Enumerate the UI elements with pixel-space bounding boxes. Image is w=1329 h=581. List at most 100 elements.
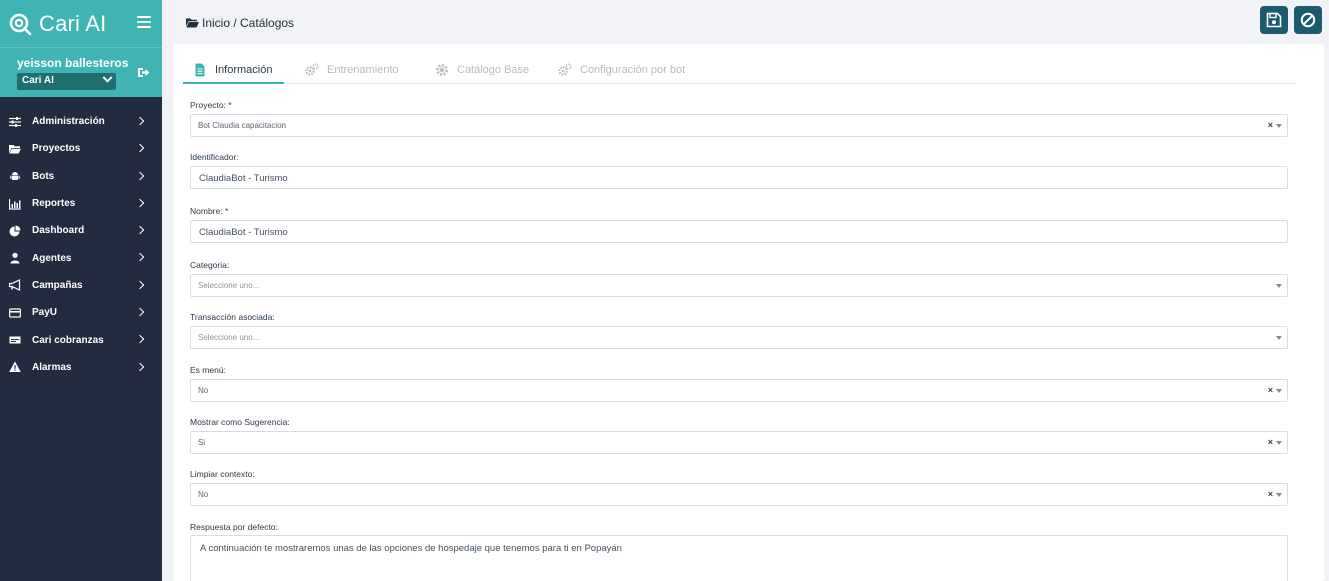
breadcrumb-text[interactable]: Inicio / Catálogos <box>202 16 294 30</box>
sidebar-item-reportes[interactable]: Reportes <box>0 190 162 217</box>
proyecto-label: Proyecto: * <box>190 100 232 110</box>
save-button[interactable] <box>1260 6 1288 34</box>
limpiar-contexto-value: No <box>198 490 209 499</box>
brand-header: Cari AI <box>0 0 162 47</box>
identificador-value: ClaudiaBot - Turismo <box>199 173 288 184</box>
caret-down-icon <box>1276 493 1282 497</box>
chevron-right-icon <box>135 280 145 290</box>
sugerencia-value: Si <box>198 438 206 447</box>
folder-open-icon <box>9 144 21 154</box>
sidebar-item-label: Proyectos <box>32 143 81 155</box>
caret-down-icon <box>1276 124 1282 128</box>
nombre-label: Nombre: * <box>190 206 229 216</box>
sidebar-item-label: Administración <box>32 116 105 128</box>
cancel-button[interactable] <box>1294 6 1322 34</box>
es-menu-label: Es menú: <box>190 365 226 375</box>
bullhorn-icon <box>9 279 21 292</box>
sidebar-item-agentes[interactable]: Agentes <box>0 244 162 271</box>
sidebar-item-label: Cari cobranzas <box>32 334 104 346</box>
menu-toggle-icon[interactable] <box>137 16 151 28</box>
limpiar-contexto-label: Limpiar contexto: <box>190 469 255 479</box>
pie-chart-icon <box>9 225 21 237</box>
catalog-form-card: Información Entrenamiento Catálogo Base … <box>173 44 1324 581</box>
chevron-right-icon <box>135 116 145 126</box>
tab-label: Configuración por bot <box>580 64 686 76</box>
sidebar-item-label: Bots <box>32 170 55 182</box>
es-menu-value: No <box>198 386 209 395</box>
logout-icon[interactable] <box>137 67 150 78</box>
chevron-down-icon <box>102 72 113 83</box>
clear-icon[interactable]: × <box>1268 437 1273 447</box>
respuesta-value: A continuación te mostraremos unas de la… <box>200 543 622 554</box>
tab-label: Entrenamiento <box>327 64 399 76</box>
limpiar-contexto-select[interactable]: No × <box>190 483 1288 506</box>
sidebar-item-label: Alarmas <box>32 361 72 373</box>
cogs-icon <box>558 63 572 76</box>
categoria-select[interactable]: Seleccione uno... <box>190 274 1288 297</box>
sidebar-item-proyectos[interactable]: Proyectos <box>0 135 162 162</box>
project-select[interactable]: Cari AI <box>17 72 116 90</box>
proyecto-select[interactable]: Bot Claudia capacitacion × <box>190 114 1288 137</box>
sidebar-item-administracion[interactable]: Administración <box>0 108 162 135</box>
cogs-icon <box>305 63 319 76</box>
respuesta-textarea[interactable]: A continuación te mostraremos unas de la… <box>190 535 1288 581</box>
sidebar-item-dashboard[interactable]: Dashboard <box>0 217 162 244</box>
clear-icon[interactable]: × <box>1268 385 1273 395</box>
sidebar-item-alarmas[interactable]: Alarmas <box>0 354 162 381</box>
credit-card-icon <box>9 308 21 318</box>
transaccion-select[interactable]: Seleccione uno... <box>190 326 1288 349</box>
es-menu-select[interactable]: No × <box>190 379 1288 402</box>
sidebar-item-cari-cobranzas[interactable]: Cari cobranzas <box>0 326 162 353</box>
caret-down-icon <box>1276 389 1282 393</box>
proyecto-value: Bot Claudia capacitacion <box>198 121 287 130</box>
brand-name: Cari AI <box>39 10 107 36</box>
sidebar-item-label: PayU <box>32 307 58 319</box>
sidebar-item-payu[interactable]: PayU <box>0 299 162 326</box>
categoria-placeholder: Seleccione uno... <box>198 281 260 290</box>
clear-icon[interactable]: × <box>1268 489 1273 499</box>
caret-down-icon <box>1276 336 1282 340</box>
tab-bar: Información Entrenamiento Catálogo Base … <box>183 56 1295 84</box>
sidebar-item-campanas[interactable]: Campañas <box>0 272 162 299</box>
chevron-right-icon <box>135 362 145 371</box>
folder-open-icon <box>186 18 199 28</box>
sidebar-item-label: Dashboard <box>32 225 85 237</box>
gear-icon <box>436 64 448 76</box>
categoria-label: Categoria: <box>190 260 230 270</box>
sugerencia-select[interactable]: Si × <box>190 431 1288 454</box>
chevron-right-icon <box>135 253 145 262</box>
user-panel: yeisson ballesteros Cari AI <box>0 47 162 97</box>
file-text-icon <box>195 63 205 77</box>
sidebar-menu: Administración Proyectos Bots Reportes D… <box>0 108 162 381</box>
clear-icon[interactable]: × <box>1268 120 1273 130</box>
android-icon <box>10 172 20 181</box>
sidebar-item-bots[interactable]: Bots <box>0 163 162 190</box>
sidebar-item-label: Agentes <box>32 252 72 264</box>
tab-catalogo-base[interactable]: Catálogo Base <box>435 61 529 79</box>
chevron-right-icon <box>135 307 145 317</box>
warning-icon <box>9 361 21 373</box>
ban-icon <box>1300 12 1316 28</box>
chevron-right-icon <box>135 144 145 153</box>
tab-informacion[interactable]: Información <box>193 61 272 79</box>
respuesta-label: Respuesta por defecto: <box>190 522 278 532</box>
transaccion-placeholder: Seleccione uno... <box>198 333 260 342</box>
tab-entrenamiento[interactable]: Entrenamiento <box>305 61 399 79</box>
identificador-input[interactable]: ClaudiaBot - Turismo <box>190 166 1288 189</box>
tab-label: Información <box>215 64 273 76</box>
project-select-value: Cari AI <box>22 75 54 86</box>
tab-configuracion-por-bot[interactable]: Configuración por bot <box>558 61 685 79</box>
top-bar: Inicio / Catálogos <box>162 0 1329 44</box>
user-icon <box>10 252 20 264</box>
save-icon <box>1266 12 1282 28</box>
sidebar-item-label: Reportes <box>32 198 76 210</box>
chevron-right-icon <box>135 198 145 208</box>
money-icon <box>9 336 21 344</box>
tab-label: Catálogo Base <box>457 64 530 76</box>
cari-logo-icon <box>9 13 32 35</box>
nombre-input[interactable]: ClaudiaBot - Turismo <box>190 220 1288 243</box>
active-tab-indicator <box>183 82 284 84</box>
sliders-icon <box>9 116 21 127</box>
chevron-right-icon <box>135 171 145 180</box>
caret-down-icon <box>1276 284 1282 288</box>
